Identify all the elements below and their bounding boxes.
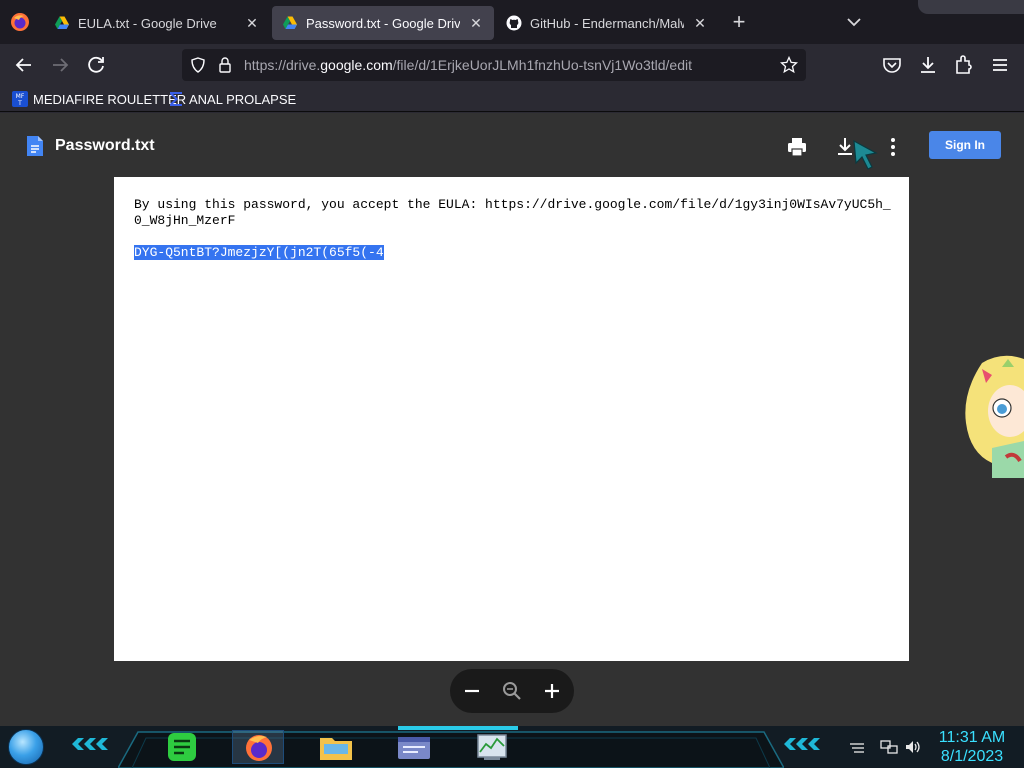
- selected-password-text[interactable]: DYG-Q5ntBT?JmezjzY[(jn2T(65f5(-4: [134, 245, 384, 260]
- tab-password[interactable]: Password.txt - Google Drive ✕: [272, 6, 494, 40]
- browser-tab-strip: EULA.txt - Google Drive ✕ Password.txt -…: [0, 0, 1024, 44]
- mediafire-icon: MF T: [12, 91, 28, 107]
- title-bar-decoration: [918, 0, 1024, 14]
- bookmark-prolapse[interactable]: ANAL PROLAPSE: [168, 90, 296, 108]
- cartoon-character-sticker: [965, 355, 1024, 478]
- tab-close-icon[interactable]: ✕: [692, 15, 708, 31]
- zoom-controls: [450, 669, 574, 713]
- browser-navigation-bar: https://drive.google.com/file/d/1ErjkeUo…: [0, 44, 1024, 86]
- file-name: Password.txt: [55, 137, 155, 154]
- taskbar-app-task-manager[interactable]: [466, 730, 518, 764]
- bookmark-mediafire[interactable]: MF T MEDIAFIRE ROULETTER: [12, 90, 186, 108]
- zoom-in-icon[interactable]: [540, 679, 564, 703]
- volume-icon[interactable]: [904, 738, 922, 756]
- system-clock[interactable]: 11:31 AM 8/1/2023: [932, 728, 1012, 766]
- start-button-orb[interactable]: [8, 729, 44, 765]
- tab-title: GitHub - Endermanch/Malwar: [530, 15, 684, 31]
- reload-icon[interactable]: [84, 53, 108, 77]
- tab-github[interactable]: GitHub - Endermanch/Malwar ✕: [496, 6, 718, 40]
- clock-time: 11:31 AM: [938, 729, 1006, 746]
- bookmark-label: ANAL PROLAPSE: [189, 91, 297, 107]
- google-drive-icon: [55, 16, 69, 29]
- document-text: By using this password, you accept the E…: [134, 197, 894, 261]
- task-manager-icon: [477, 734, 507, 760]
- new-tab-button[interactable]: +: [728, 11, 750, 34]
- more-options-icon[interactable]: [881, 135, 905, 159]
- tab-close-icon[interactable]: ✕: [468, 15, 484, 31]
- downloads-icon[interactable]: [916, 53, 940, 77]
- bookmark-star-icon[interactable]: [780, 56, 798, 74]
- bookmark-label: MEDIAFIRE ROULETTER: [33, 91, 187, 107]
- svg-text:MF: MF: [16, 93, 25, 100]
- tab-title: Password.txt - Google Drive: [306, 15, 460, 31]
- network-icon[interactable]: [880, 738, 898, 756]
- sigma-icon: [170, 92, 182, 106]
- notes-app-icon: [168, 733, 196, 761]
- file-header: Password.txt: [26, 135, 155, 157]
- google-drive-icon: [283, 16, 297, 29]
- firefox-icon: [246, 735, 272, 761]
- url-prefix: https://drive.: [244, 57, 321, 73]
- document-line: By using this password, you accept the E…: [134, 197, 891, 228]
- file-explorer-icon: [320, 738, 352, 760]
- tracking-protection-shield-icon[interactable]: [190, 57, 206, 73]
- extensions-icon[interactable]: [952, 53, 976, 77]
- zoom-out-icon[interactable]: [460, 679, 484, 703]
- url-path: /file/d/1ErjkeUorJLMh1fnzhUo-tsnVj1Wo3tl…: [392, 57, 692, 73]
- lock-icon[interactable]: [218, 56, 232, 74]
- document-page[interactable]: By using this password, you accept the E…: [114, 177, 909, 661]
- print-icon[interactable]: [785, 135, 809, 159]
- sign-in-button[interactable]: Sign In: [929, 131, 1001, 159]
- address-bar[interactable]: https://drive.google.com/file/d/1ErjkeUo…: [182, 49, 806, 81]
- taskbar-chevron-decoration: [784, 738, 820, 750]
- taskbar-app-notes[interactable]: [156, 730, 208, 764]
- tab-eula[interactable]: EULA.txt - Google Drive ✕: [44, 6, 270, 40]
- control-panel-icon: [398, 737, 430, 759]
- svg-text:T: T: [17, 100, 22, 107]
- tab-title: EULA.txt - Google Drive: [78, 15, 217, 31]
- url-domain: google.com: [320, 57, 393, 73]
- desktop-screen: EULA.txt - Google Drive ✕ Password.txt -…: [0, 0, 1024, 768]
- hamburger-menu-icon[interactable]: [988, 53, 1012, 77]
- back-arrow-icon[interactable]: [12, 53, 36, 77]
- clock-date: 8/1/2023: [940, 748, 1004, 765]
- pocket-icon[interactable]: [880, 53, 904, 77]
- taskbar: 11:31 AM 8/1/2023: [0, 726, 1024, 768]
- forward-arrow-icon[interactable]: [48, 53, 72, 77]
- bookmarks-toolbar: MF T MEDIAFIRE ROULETTER ANAL PROLAPSE: [0, 86, 1024, 112]
- tab-close-icon[interactable]: ✕: [244, 15, 260, 31]
- taskbar-app-explorer[interactable]: [310, 730, 362, 764]
- mouse-cursor-icon: [853, 139, 878, 170]
- drive-file-viewer: Password.txt Sign In By using this passw…: [0, 113, 1024, 726]
- taskbar-frame-decoration: [118, 726, 784, 768]
- google-docs-icon: [27, 136, 43, 156]
- taskbar-app-control-panel[interactable]: [388, 730, 440, 764]
- show-hidden-icons-icon[interactable]: [848, 738, 866, 756]
- firefox-logo-icon[interactable]: [10, 12, 30, 32]
- magnifier-icon[interactable]: [500, 679, 524, 703]
- chevron-down-icon[interactable]: [845, 14, 863, 30]
- taskbar-chevron-decoration: [72, 738, 108, 750]
- url-text: https://drive.google.com/file/d/1ErjkeUo…: [244, 57, 692, 73]
- taskbar-app-firefox[interactable]: [232, 730, 284, 764]
- github-icon: [506, 15, 522, 31]
